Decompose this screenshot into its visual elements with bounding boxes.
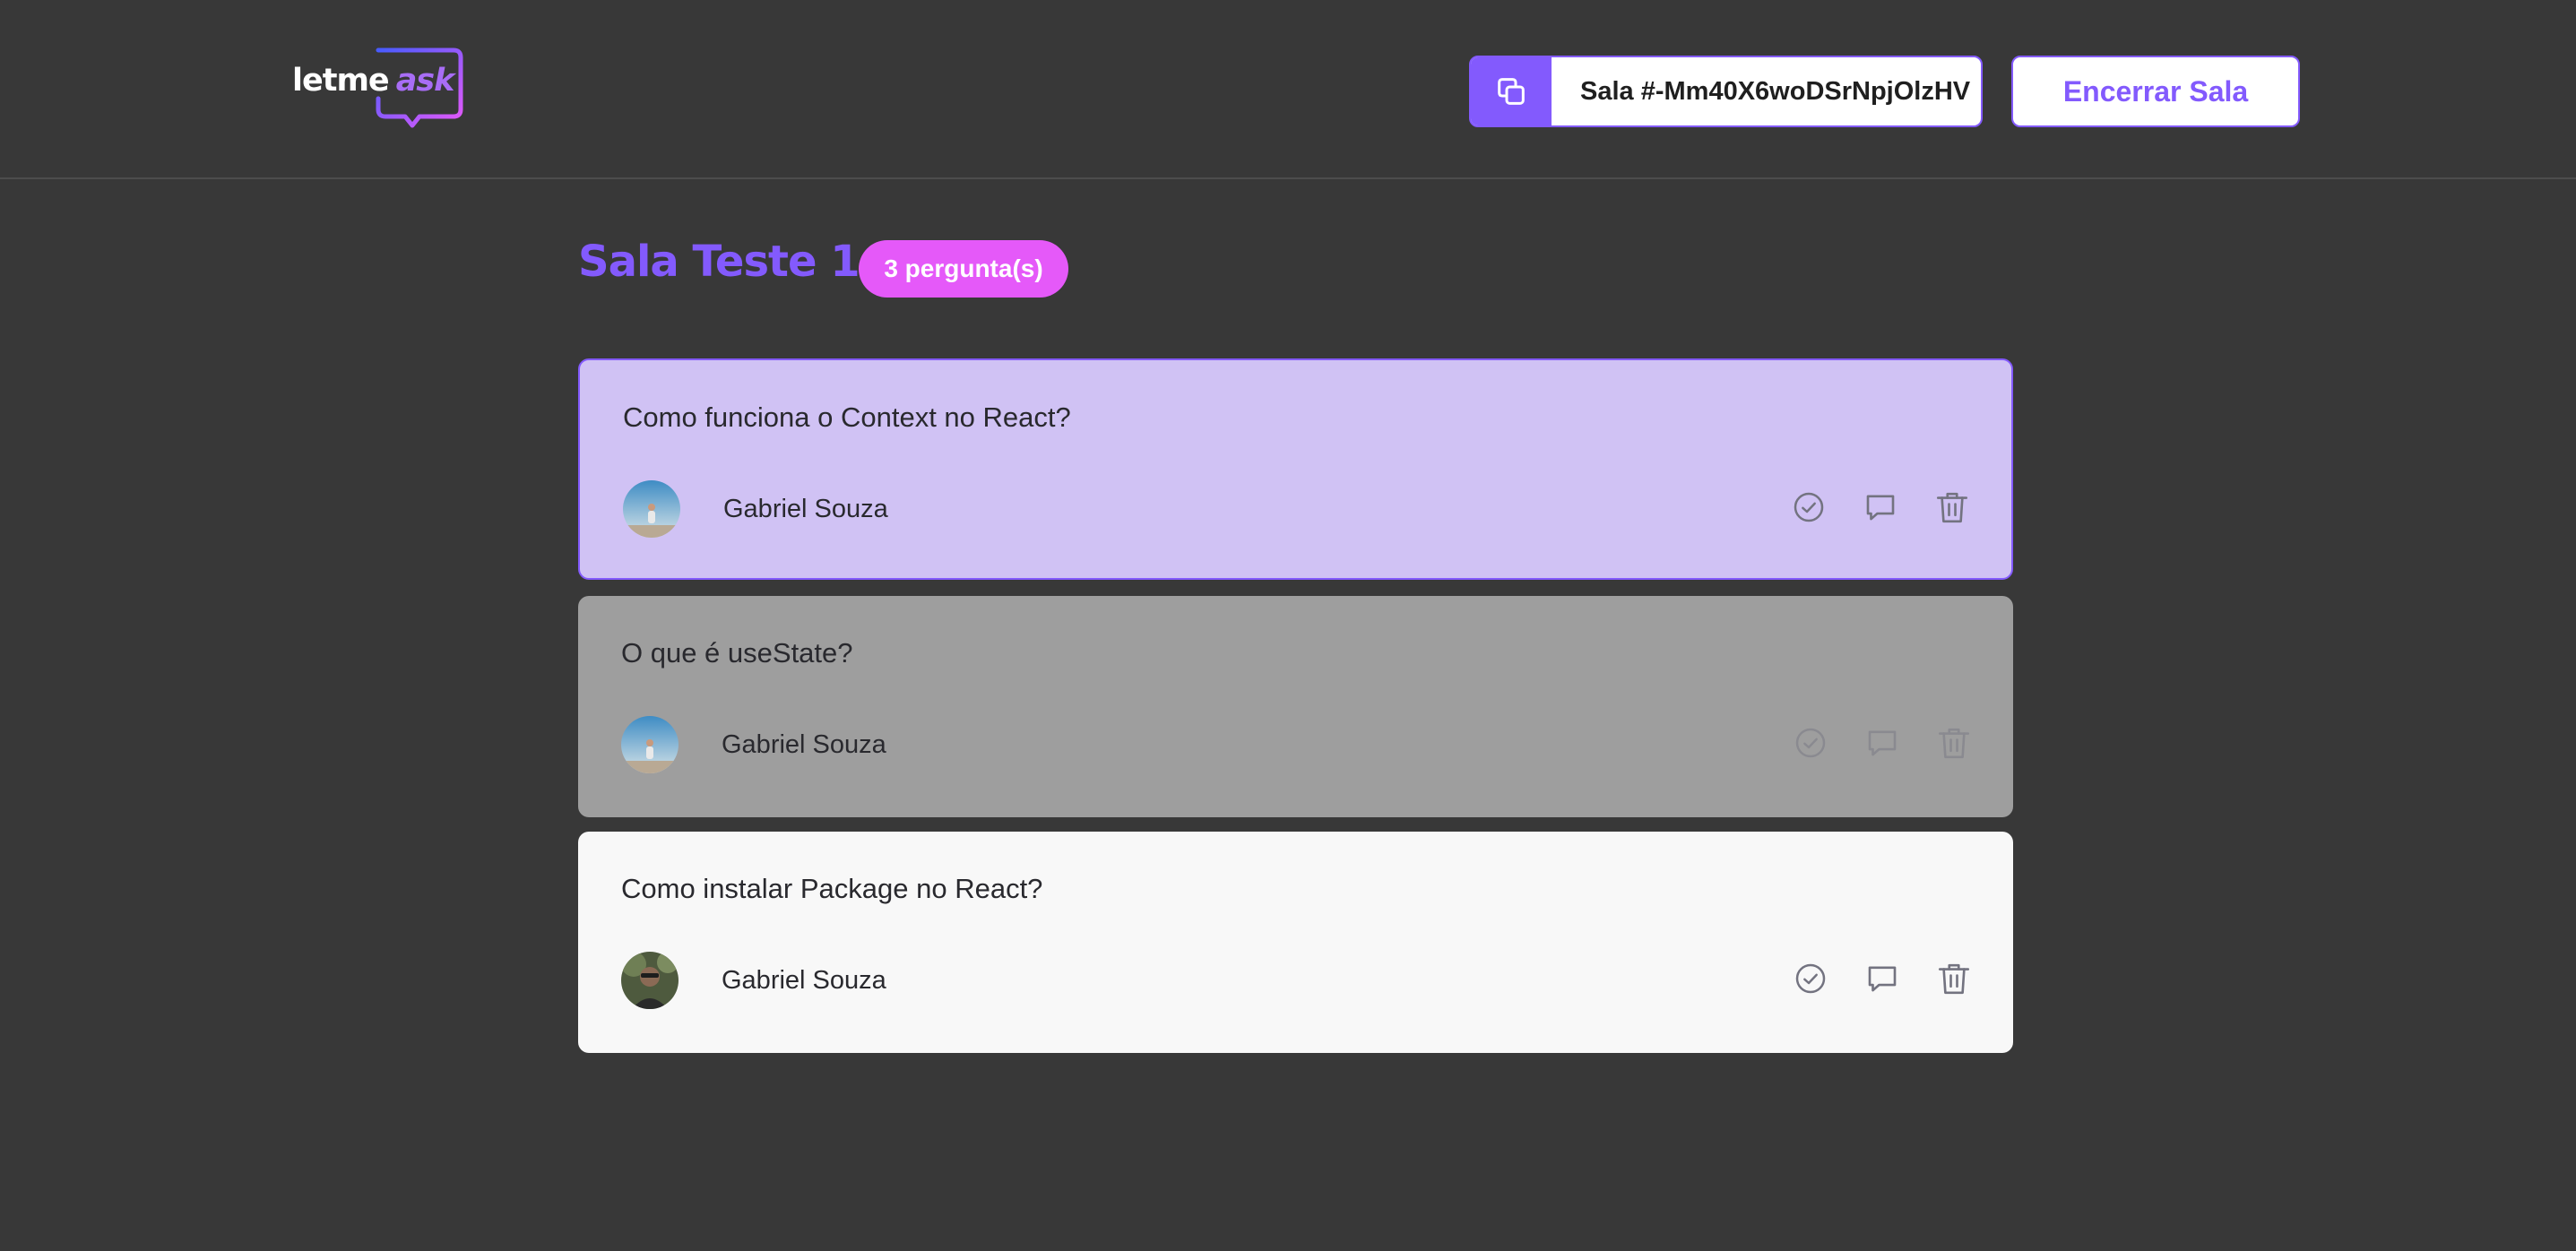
- page-title: Sala Teste 1: [578, 237, 860, 287]
- question-actions: [1789, 480, 1972, 534]
- chat-bubble-icon[interactable]: [1863, 959, 1902, 998]
- close-room-button[interactable]: Encerrar Sala: [2011, 56, 2300, 127]
- logo-text-ask: ask: [395, 63, 455, 99]
- trash-icon[interactable]: [1932, 487, 1972, 527]
- question-actions: [1791, 952, 1974, 1005]
- question-text: O que é useState?: [621, 637, 853, 669]
- avatar: [623, 480, 680, 538]
- question-card: O que é useState? Gabriel Souza: [578, 596, 2013, 817]
- check-circle-icon[interactable]: [1789, 487, 1828, 527]
- chat-bubble-icon[interactable]: [1861, 487, 1900, 527]
- copy-icon[interactable]: [1471, 57, 1552, 125]
- avatar: [621, 952, 679, 1009]
- logo-text: letme ask: [292, 63, 454, 99]
- question-author: Gabriel Souza: [722, 966, 886, 995]
- question-author: Gabriel Souza: [723, 495, 888, 523]
- check-circle-icon[interactable]: [1791, 723, 1830, 763]
- room-code-button[interactable]: Sala #-Mm40X6woDSrNpjOlzHV: [1469, 56, 1983, 127]
- avatar: [621, 716, 679, 773]
- question-card: Como funciona o Context no React? Gabrie…: [578, 358, 2013, 580]
- question-text: Como instalar Package no React?: [621, 873, 1043, 904]
- chat-bubble-icon[interactable]: [1863, 723, 1902, 763]
- trash-icon[interactable]: [1934, 723, 1974, 763]
- room-code-text: Sala #-Mm40X6woDSrNpjOlzHV: [1580, 76, 1971, 106]
- question-card: Como instalar Package no React? Gabriel …: [578, 832, 2013, 1053]
- question-actions: [1791, 716, 1974, 770]
- logo-text-letme: letme: [292, 63, 390, 99]
- letmeask-logo[interactable]: letme ask: [289, 47, 468, 133]
- question-text: Como funciona o Context no React?: [623, 401, 1071, 433]
- trash-icon[interactable]: [1934, 959, 1974, 998]
- page-header: letme ask Sala #-Mm40X6woDSrNpjOlzHV Ence…: [0, 0, 2576, 179]
- question-count-badge: 3 pergunta(s): [859, 240, 1068, 298]
- check-circle-icon[interactable]: [1791, 959, 1830, 998]
- question-author: Gabriel Souza: [722, 730, 886, 759]
